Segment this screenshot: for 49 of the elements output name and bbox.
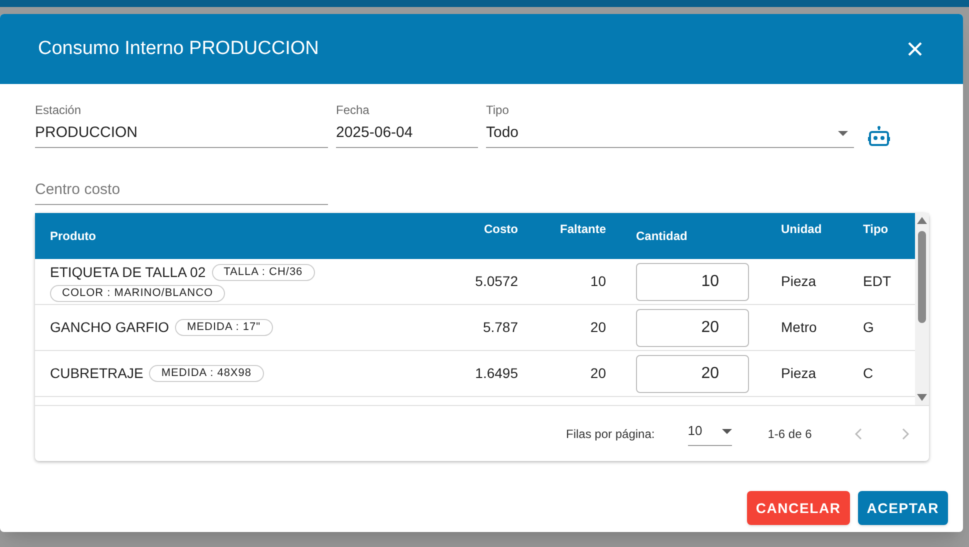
scroll-thumb[interactable]	[918, 231, 926, 323]
quantity-input[interactable]: 20	[636, 354, 749, 392]
table-cell-text: 5.0572	[475, 272, 518, 291]
column-header: Tipo	[863, 221, 888, 238]
cost-center-field[interactable]: Centro costo	[35, 178, 328, 205]
table-cell-text: 10	[590, 272, 606, 291]
attribute-chip: MEDIDA : 48X98	[149, 365, 264, 382]
scrollbar[interactable]	[915, 213, 929, 405]
table-cell-text: Metro	[781, 318, 817, 337]
page-range: 1-6 de 6	[768, 426, 812, 442]
scroll-up-icon[interactable]	[917, 217, 927, 224]
product-name: GANCHO GARFIO	[50, 318, 170, 337]
table-cell-text: 1.6495	[475, 364, 518, 383]
field-label: Tipo	[486, 102, 510, 119]
field-label: Estación	[35, 102, 82, 119]
column-header: Produto	[50, 228, 96, 245]
attribute-chip: TALLA : CH/36	[212, 264, 315, 280]
rows-per-page-label: Filas por página:	[566, 426, 655, 442]
table-cell-text: 20	[590, 318, 606, 337]
cancel-button[interactable]: CANCELAR	[746, 491, 850, 525]
product-name: ETIQUETA DE TALLA 02	[50, 262, 206, 282]
input-field[interactable]: PRODUCCION	[35, 122, 328, 148]
table-cell-text: G	[863, 318, 874, 337]
product-name: CUBRETRAJE	[50, 364, 144, 383]
dropdown-caret-icon	[838, 130, 848, 136]
column-header: Unidad	[781, 221, 822, 238]
input-field[interactable]: 2025-06-04	[336, 122, 478, 148]
attribute-chip: MEDIDA : 17"	[175, 319, 272, 336]
table-cell-text: Pieza	[781, 272, 816, 291]
quantity-input[interactable]: 20	[636, 308, 749, 346]
table-cell-text: C	[863, 364, 874, 383]
table-cell-text: 5.787	[482, 318, 518, 337]
robot-icon[interactable]	[868, 126, 890, 146]
attribute-chip: COLOR : MARINO/BLANCO	[50, 284, 226, 302]
dialog-title: Consumo Interno PRODUCCION	[38, 36, 319, 61]
field-label: Fecha	[336, 102, 370, 119]
scroll-down-icon[interactable]	[917, 394, 927, 401]
close-icon[interactable]	[907, 41, 923, 57]
dropdown-caret-icon	[722, 428, 732, 434]
rows-per-page-select[interactable]: 10	[688, 421, 732, 446]
select-field[interactable]: Todo	[486, 122, 854, 148]
column-header: Faltante	[560, 221, 606, 238]
quantity-input[interactable]: 10	[636, 262, 749, 300]
table-cell-text: 20	[590, 364, 606, 383]
accept-button[interactable]: ACEPTAR	[858, 491, 948, 525]
table-cell-text: Pieza	[781, 364, 816, 383]
table-cell-text: EDT	[863, 272, 891, 291]
column-header: Cantidad	[636, 228, 688, 245]
column-header: Costo	[484, 221, 518, 238]
